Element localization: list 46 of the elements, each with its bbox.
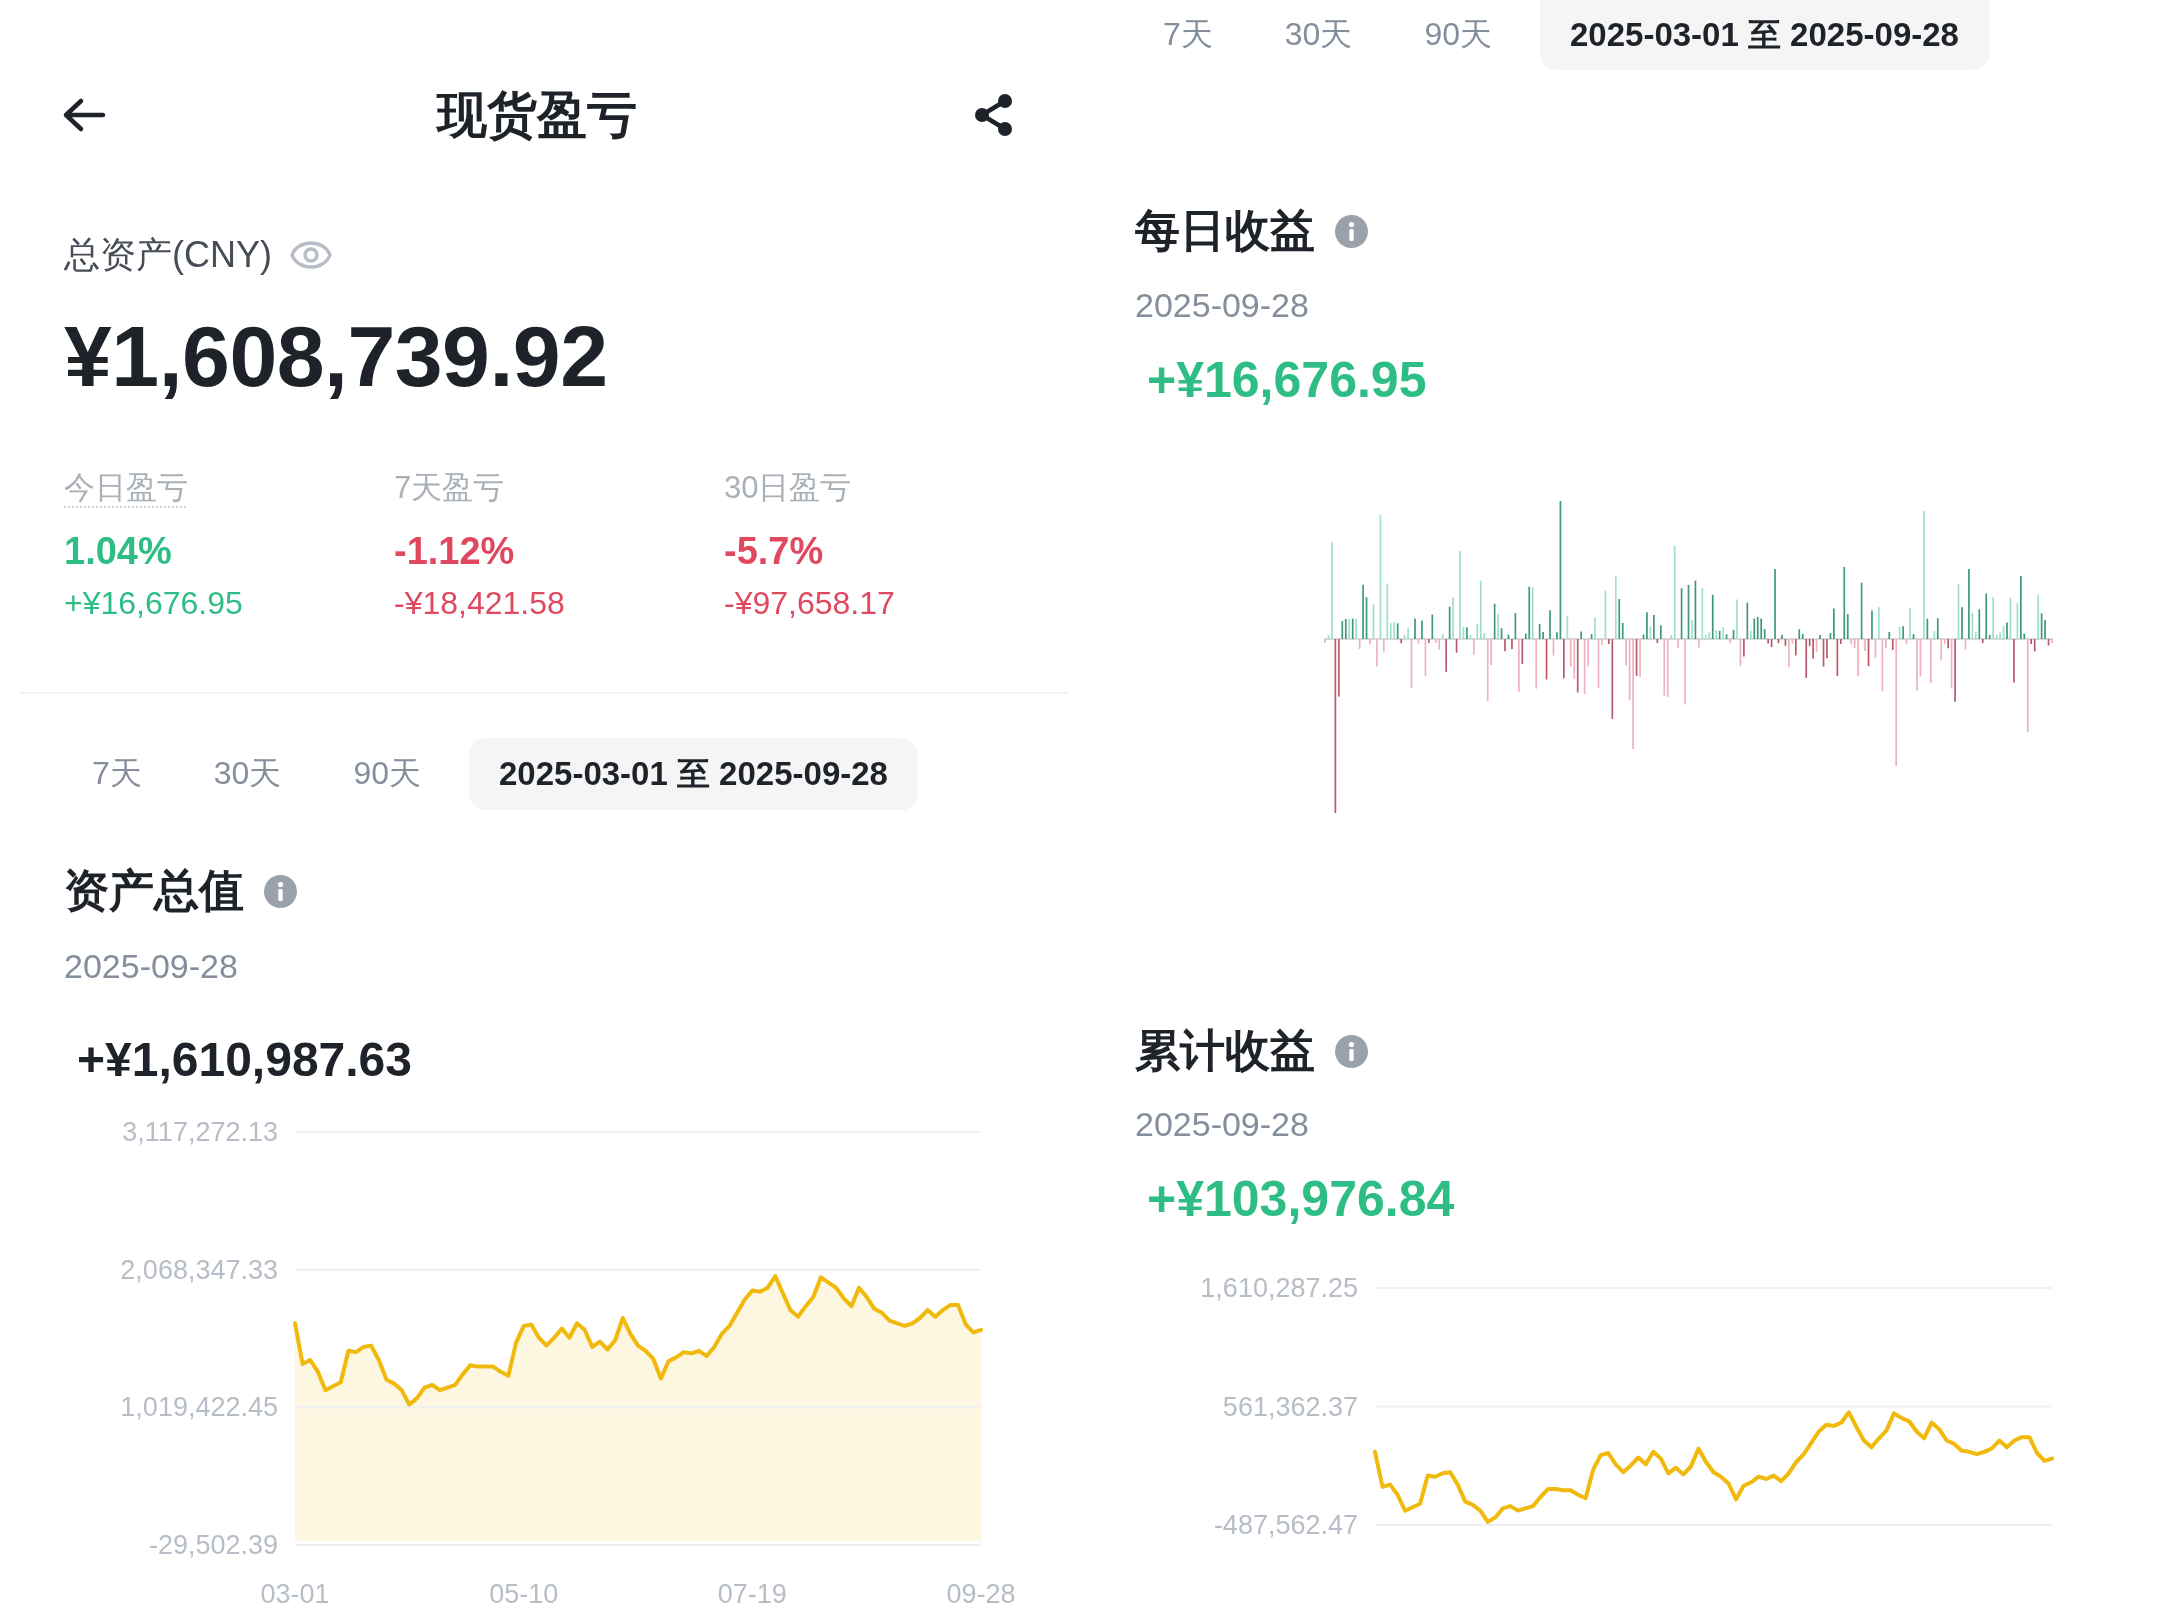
back-arrow-icon[interactable] bbox=[62, 97, 106, 133]
y-axis-label: 2,068,347.33 bbox=[120, 1253, 278, 1286]
pnl-amount: +¥16,676.95 bbox=[64, 584, 243, 623]
range-tab[interactable]: 90天 bbox=[1400, 0, 1516, 70]
x-axis-label: 03-01 bbox=[260, 1578, 330, 1610]
section-date: 2025-09-28 bbox=[1135, 285, 1309, 326]
info-icon[interactable] bbox=[1335, 214, 1368, 248]
x-axis-label: 05-10 bbox=[489, 1578, 559, 1610]
total-assets-value: ¥1,608,739.92 bbox=[64, 313, 608, 399]
section-value: +¥103,976.84 bbox=[1147, 1170, 1455, 1229]
range-tab[interactable]: 90天 bbox=[329, 738, 445, 810]
range-tab[interactable]: 7天 bbox=[1139, 0, 1237, 70]
range-tab[interactable]: 30天 bbox=[1260, 0, 1377, 70]
y-axis-label: -29,502.39 bbox=[148, 1529, 278, 1561]
section-value: +¥1,610,987.63 bbox=[77, 1032, 412, 1088]
eye-icon[interactable] bbox=[290, 240, 332, 270]
section-date: 2025-09-28 bbox=[1135, 1104, 1309, 1145]
section-title: 累计收益 bbox=[1135, 1024, 1315, 1078]
pnl-label: 30日盈亏 bbox=[724, 469, 852, 507]
section-date: 2025-09-28 bbox=[64, 946, 238, 987]
x-axis-label: 09-28 bbox=[946, 1578, 1016, 1610]
x-axis-label: 07-19 bbox=[717, 1578, 787, 1610]
section-title: 资产总值 bbox=[64, 864, 244, 918]
info-icon[interactable] bbox=[264, 874, 297, 908]
y-axis-label: 1,610,287.25 bbox=[1200, 1272, 1358, 1304]
range-tab[interactable]: 2025-03-01 至 2025-09-28 bbox=[1540, 0, 1989, 70]
y-axis-label: 561,362.37 bbox=[1222, 1390, 1358, 1423]
range-tab[interactable]: 30天 bbox=[189, 738, 306, 810]
y-axis-label: -487,562.47 bbox=[1213, 1509, 1358, 1541]
range-tab[interactable]: 7天 bbox=[68, 738, 166, 810]
section-value: +¥16,676.95 bbox=[1147, 351, 1427, 410]
pnl-percent: -1.12% bbox=[394, 529, 515, 574]
pnl-percent: -5.7% bbox=[724, 529, 824, 574]
share-icon[interactable] bbox=[975, 94, 1012, 136]
total-assets-label: 总资产(CNY) bbox=[64, 235, 272, 275]
pnl-label: 今日盈亏 bbox=[64, 469, 188, 507]
pnl-percent: 1.04% bbox=[64, 529, 172, 574]
pnl-label: 7天盈亏 bbox=[394, 469, 505, 507]
pnl-amount: -¥97,658.17 bbox=[724, 584, 895, 623]
y-axis-label: 3,117,272.13 bbox=[122, 1116, 278, 1148]
pnl-amount: -¥18,421.58 bbox=[394, 584, 565, 623]
info-icon[interactable] bbox=[1335, 1034, 1368, 1068]
section-title: 每日收益 bbox=[1135, 204, 1315, 258]
page-title: 现货盈亏 bbox=[437, 86, 637, 145]
range-tab[interactable]: 2025-03-01 至 2025-09-28 bbox=[469, 738, 918, 810]
y-axis-label: 1,019,422.45 bbox=[120, 1391, 278, 1424]
